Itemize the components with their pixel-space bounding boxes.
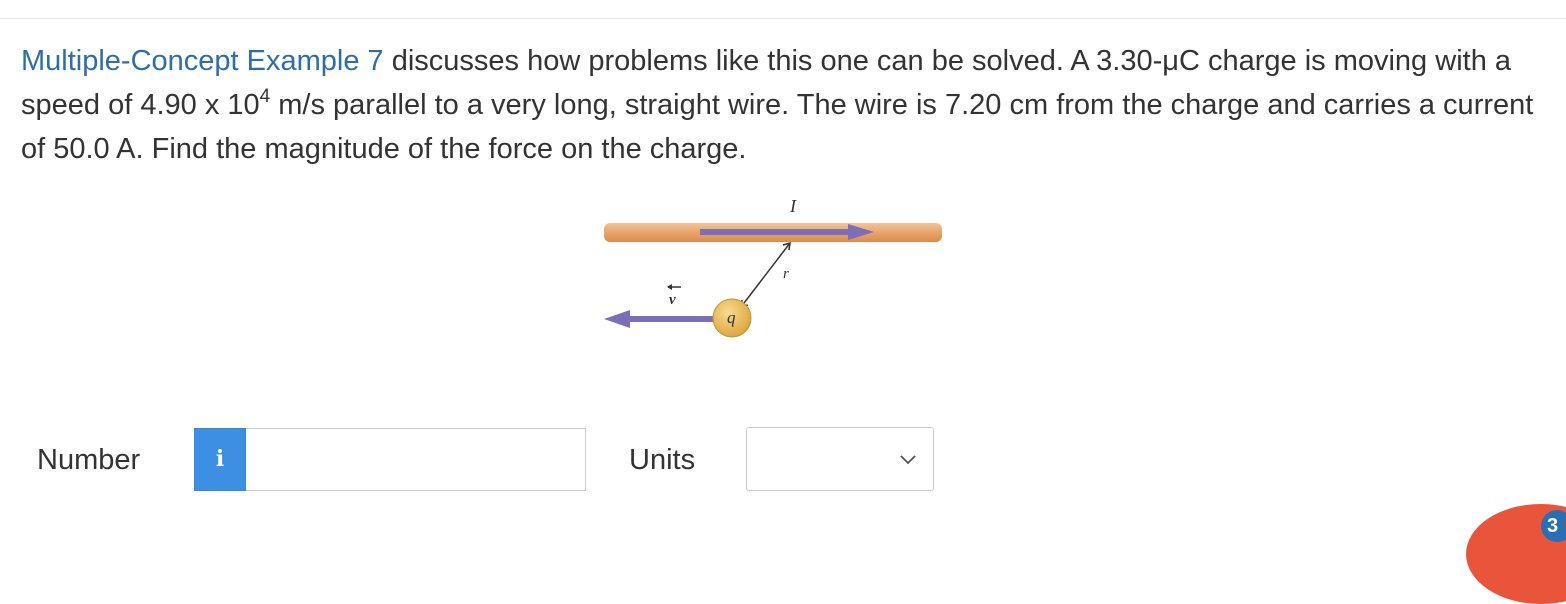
top-divider: [0, 18, 1566, 19]
distance-label: r: [783, 266, 789, 282]
units-label: Units: [629, 444, 696, 476]
wire-charge-figure: I r v q: [590, 190, 960, 350]
info-icon: i: [215, 446, 225, 472]
figure-svg: I r v q: [604, 196, 942, 338]
charge-label: q: [727, 308, 736, 327]
velocity-label: v: [669, 292, 676, 308]
velocity-arrow: [604, 310, 715, 328]
chevron-down-icon: [899, 453, 917, 471]
number-input[interactable]: [246, 428, 586, 491]
question-text: Multiple-Concept Example 7 discusses how…: [21, 39, 1541, 171]
velocity-vector-symbol: v: [667, 284, 681, 308]
example-link[interactable]: Multiple-Concept Example 7: [21, 45, 384, 77]
current-label: I: [789, 196, 797, 216]
badge-count: 3: [1541, 510, 1566, 542]
number-label: Number: [37, 444, 141, 476]
info-button[interactable]: i: [194, 428, 246, 491]
speed-exponent: 4: [259, 86, 271, 107]
units-select[interactable]: [746, 427, 934, 491]
